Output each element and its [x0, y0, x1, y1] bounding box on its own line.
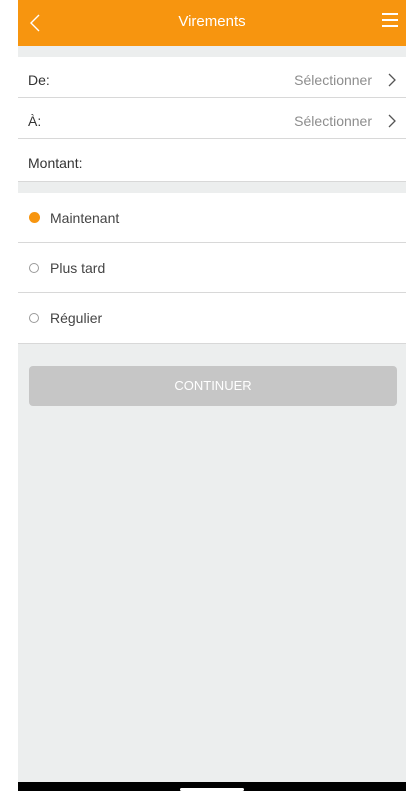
from-label: De: — [28, 72, 50, 88]
page-title: Virements — [178, 13, 246, 30]
radio-option-later[interactable]: Plus tard — [18, 243, 406, 293]
radio-option-recurring[interactable]: Régulier — [18, 293, 406, 344]
to-label: À: — [28, 113, 42, 129]
continue-button[interactable]: CONTINUER — [29, 366, 397, 406]
section-spacer — [18, 46, 406, 57]
radio-option-now[interactable]: Maintenant — [18, 193, 406, 243]
section-spacer — [18, 182, 406, 193]
from-account-row[interactable]: De: Sélectionner — [18, 57, 406, 98]
to-account-row[interactable]: À: Sélectionner — [18, 98, 406, 139]
app-frame: Virements De: Sélectionner À: Sélectionn… — [18, 0, 406, 791]
radio-selected-icon[interactable] — [29, 212, 40, 223]
radio-unselected-icon[interactable] — [29, 313, 39, 323]
radio-label: Maintenant — [50, 210, 120, 226]
radio-label: Plus tard — [50, 260, 106, 276]
chevron-right-icon — [388, 73, 396, 87]
hamburger-menu-icon[interactable] — [382, 13, 400, 33]
chevron-right-icon — [388, 114, 396, 128]
system-nav-bar — [18, 782, 406, 791]
amount-row[interactable]: Montant: — [18, 139, 406, 182]
header-bar: Virements — [18, 0, 406, 46]
from-value: Sélectionner — [294, 72, 372, 88]
amount-label: Montant: — [28, 155, 83, 171]
to-value: Sélectionner — [294, 113, 372, 129]
radio-unselected-icon[interactable] — [29, 263, 39, 273]
radio-label: Régulier — [50, 310, 103, 326]
